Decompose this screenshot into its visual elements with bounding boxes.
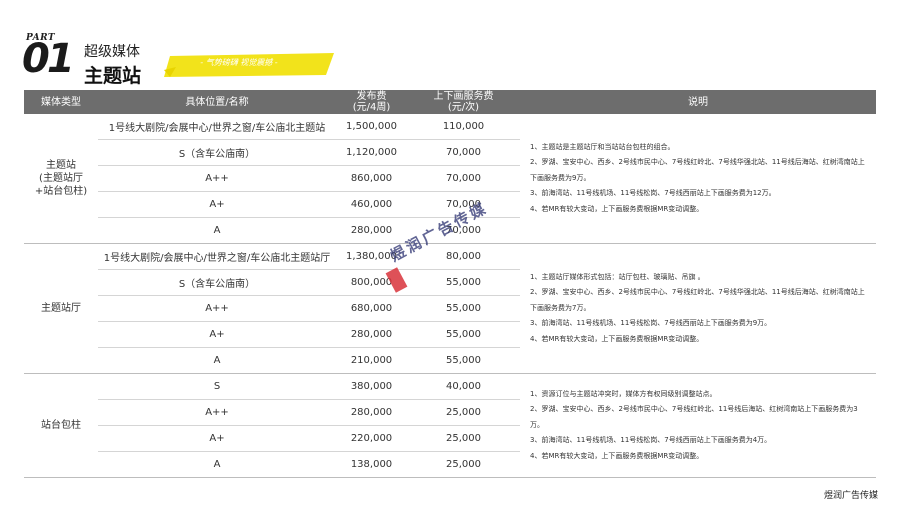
- column-header: 具体位置/名称: [98, 90, 336, 114]
- position-cell: S（含车公庙南）: [98, 139, 336, 166]
- service-fee-cell: 55,000: [407, 347, 520, 374]
- service-fee-cell: 70,000: [407, 165, 520, 192]
- column-header: 媒体类型: [24, 90, 98, 114]
- description-line: 1、主题站是主题站厅和当站站台包柱的组合。: [530, 142, 675, 151]
- publish-fee-cell: 1,500,000: [336, 114, 407, 140]
- position-cell: A++: [98, 399, 336, 426]
- publish-fee-cell: 280,000: [336, 321, 407, 348]
- table-header-row: 媒体类型 具体位置/名称 发布费 (元/4周) 上下画服务费 (元/次) 说明: [24, 90, 876, 114]
- description-line: 2、罗湖、宝安中心、西乡、2号线市民中心、7号线红岭北、7号线华强北站、11号线…: [530, 158, 865, 182]
- section-subtitle: 超级媒体: [84, 44, 140, 60]
- description-line: 3、前海湾站、11号线机场、11号线松岗、7号线西丽站上下画服务费为12万。: [530, 189, 776, 198]
- section-header: PART 01 超级媒体 主题站 - 气势磅礴 视觉震撼 -: [22, 30, 362, 90]
- publish-fee-cell: 210,000: [336, 347, 407, 374]
- description-line: 4、若MR有较大变动，上下画服务费根据MR变动调整。: [530, 451, 704, 460]
- media-type-cell: 主题站厅: [24, 243, 98, 374]
- position-cell: A: [98, 217, 336, 244]
- service-fee-cell: 40,000: [407, 373, 520, 400]
- position-cell: A+: [98, 191, 336, 218]
- position-cell: A++: [98, 165, 336, 192]
- description-line: 4、若MR有较大变动，上下画服务费根据MR变动调整。: [530, 334, 704, 343]
- slogan-banner: - 气势磅礴 视觉震撼 -: [164, 53, 336, 77]
- publish-fee-cell: 220,000: [336, 425, 407, 452]
- section-title: 主题站: [84, 65, 142, 87]
- service-fee-cell: 25,000: [407, 451, 520, 478]
- media-type-cell: 站台包柱: [24, 373, 98, 478]
- publish-fee-cell: 380,000: [336, 373, 407, 400]
- position-cell: A++: [98, 295, 336, 322]
- description-cell: 1、主题站是主题站厅和当站站台包柱的组合。 2、罗湖、宝安中心、西乡、2号线市民中…: [520, 114, 876, 244]
- service-fee-cell: 70,000: [407, 139, 520, 166]
- description-line: 4、若MR有较大变动，上下画服务费根据MR变动调整。: [530, 204, 704, 213]
- publish-fee-cell: 680,000: [336, 295, 407, 322]
- table-row: 主题站 (主题站厅 +站台包柱) 1号线大剧院/会展中心/世界之窗/车公庙北主题站…: [24, 114, 876, 244]
- position-cell: S（含车公庙南）: [98, 269, 336, 296]
- column-header: 发布费 (元/4周): [336, 90, 407, 114]
- publish-fee-cell: 1,120,000: [336, 139, 407, 166]
- publish-fee-cell: 860,000: [336, 165, 407, 192]
- publish-fee-cell: 460,000: [336, 191, 407, 218]
- description-line: 3、前海湾站、11号线机场、11号线松岗、7号线西丽站上下画服务费为4万。: [530, 436, 772, 445]
- position-cell: 1号线大剧院/会展中心/世界之窗/车公庙北主题站: [98, 114, 336, 140]
- watermark-logo-icon: [385, 267, 408, 293]
- watermark: 煜润广告传媒: [383, 199, 533, 299]
- column-header: 上下画服务费 (元/次): [407, 90, 520, 114]
- column-header: 说明: [520, 90, 876, 114]
- service-fee-cell: 25,000: [407, 399, 520, 426]
- position-cell: A: [98, 451, 336, 478]
- description-line: 1、主题站厅媒体形式包括：站厅包柱、玻璃贴、吊旗 。: [530, 272, 705, 281]
- service-fee-cell: 25,000: [407, 425, 520, 452]
- service-fee-cell: 55,000: [407, 295, 520, 322]
- media-type-cell: 主题站 (主题站厅 +站台包柱): [24, 114, 98, 244]
- description-cell: 1、资源订位与主题站冲突时，媒体方有权同级别调整站点。 2、罗湖、宝安中心、西乡、…: [520, 373, 876, 478]
- position-cell: A: [98, 347, 336, 374]
- publish-fee-cell: 280,000: [336, 399, 407, 426]
- description-line: 3、前海湾站、11号线机场、11号线松岗、7号线西丽站上下画服务费为9万。: [530, 319, 772, 328]
- banner-slogan: - 气势磅礴 视觉震撼 -: [200, 58, 278, 67]
- position-cell: 1号线大剧院/会展中心/世界之窗/车公庙北主题站厅: [98, 243, 336, 270]
- description-line: 2、罗湖、宝安中心、西乡、2号线市民中心、7号线红岭北、11号线后海站、红树湾南…: [530, 405, 858, 429]
- part-number: 01: [22, 36, 75, 82]
- position-cell: S: [98, 373, 336, 400]
- service-fee-cell: 110,000: [407, 114, 520, 140]
- service-fee-cell: 55,000: [407, 321, 520, 348]
- footer-brand: 煜润广告传媒: [823, 491, 878, 501]
- position-cell: A+: [98, 321, 336, 348]
- table-row: 站台包柱 S 380,000 40,000 1、资源订位与主题站冲突时，媒体方有权同级别…: [24, 373, 876, 478]
- description-cell: 1、主题站厅媒体形式包括：站厅包柱、玻璃贴、吊旗 。 2、罗湖、宝安中心、西乡、2…: [520, 243, 876, 374]
- publish-fee-cell: 138,000: [336, 451, 407, 478]
- position-cell: A+: [98, 425, 336, 452]
- description-line: 1、资源订位与主题站冲突时，媒体方有权同级别调整站点。: [530, 389, 717, 398]
- description-line: 2、罗湖、宝安中心、西乡、2号线市民中心、7号线红岭北、7号线华强北站、11号线…: [530, 288, 865, 312]
